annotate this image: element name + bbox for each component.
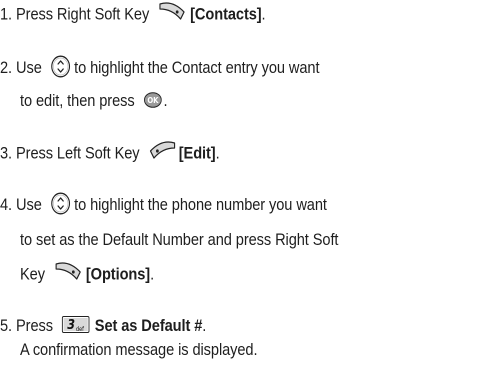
step-5-text: Press (16, 316, 53, 335)
step-2-text-b: to highlight the Contact entry you want (74, 57, 320, 77)
step-5: 5. Press 3 def Set as Default #. (0, 316, 206, 336)
step-4-text-b: to highlight the phone number you want (74, 194, 327, 214)
svg-text:OK: OK (147, 95, 158, 105)
step-3-key-label: [Edit] (178, 143, 216, 163)
step-2-line-1: 2. Use to highlight the Contact entry yo… (0, 55, 320, 80)
step-1-period: . (261, 4, 266, 24)
step-1-number: 1. (0, 4, 13, 24)
step-3-text: Press Left Soft Key (16, 143, 140, 163)
step-1: 1. Press Right Soft Key [Contacts]. (0, 2, 266, 26)
step-3: 3. Press Left Soft Key [Edit]. (0, 141, 220, 165)
key-3-keycap: 3 def (62, 316, 90, 334)
step-5-period: . (202, 316, 207, 335)
step-4-key-label: [Options] (85, 264, 151, 284)
key-3-number: 3 (67, 318, 75, 334)
step-4-line-3: Key [Options]. (20, 262, 155, 286)
instruction-page: 1. Press Right Soft Key [Contacts]. 2. U… (0, 0, 479, 367)
right-soft-key-icon (54, 260, 83, 282)
navigation-key-icon (51, 55, 71, 78)
step-2-text-c: to edit, then press (20, 91, 135, 110)
step-1-text: Press Right Soft Key (16, 4, 150, 24)
step-1-key-label: [Contacts] (190, 4, 262, 24)
step-2-period: . (163, 91, 168, 110)
step-4-period: . (150, 264, 155, 284)
step-5-confirmation: A confirmation message is displayed. (20, 340, 258, 360)
navigation-key-icon (51, 192, 71, 215)
left-soft-key-icon (147, 139, 176, 161)
step-4-text-a: Use (16, 194, 42, 214)
confirmation-text: A confirmation message is displayed. (20, 340, 258, 359)
step-2-line-2: to edit, then press OK . (20, 91, 168, 111)
step-2-text-a: Use (16, 57, 42, 77)
key-3-letters: def (75, 326, 84, 334)
right-soft-key-icon (158, 0, 187, 22)
step-5-number: 5. (0, 316, 13, 335)
step-4-text-c: to set as the Default Number and press R… (20, 230, 339, 249)
step-5-option-label: Set as Default # (94, 316, 203, 335)
step-4-line-1: 4. Use to highlight the phone number you… (0, 192, 327, 217)
step-4-line-2: to set as the Default Number and press R… (20, 230, 339, 250)
step-4-text-d: Key (20, 264, 45, 284)
step-2-number: 2. (0, 57, 13, 77)
key-3-icon: 3 def (62, 316, 90, 334)
step-3-number: 3. (0, 143, 13, 163)
ok-key-icon: OK (143, 91, 162, 108)
step-3-period: . (215, 143, 220, 163)
step-4-number: 4. (0, 194, 13, 214)
